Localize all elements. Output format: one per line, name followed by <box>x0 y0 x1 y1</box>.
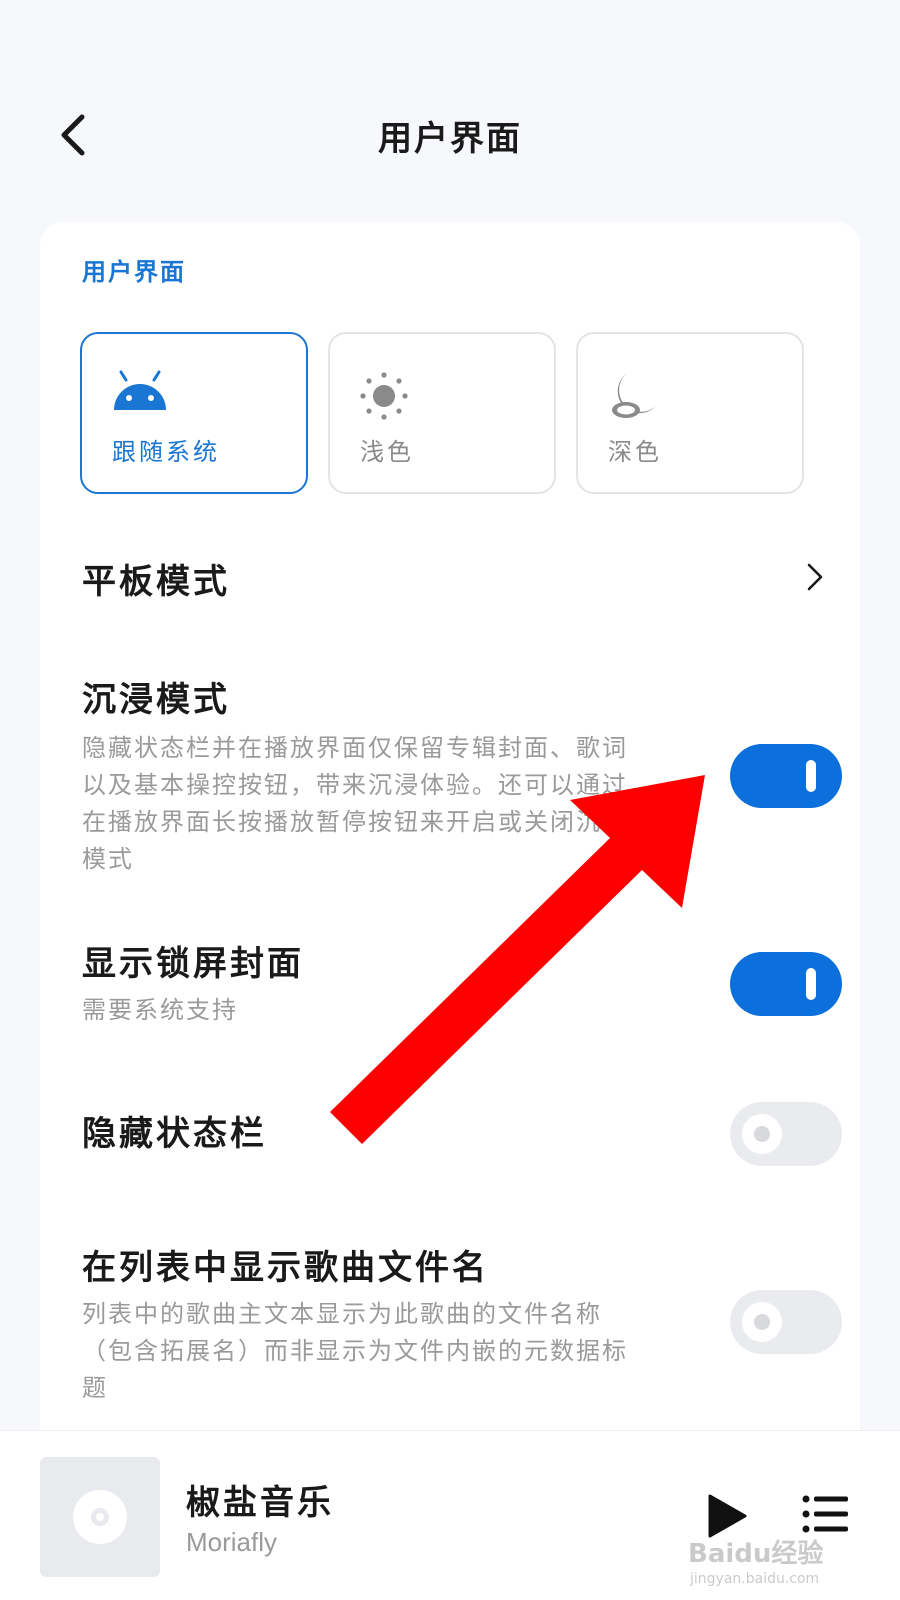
android-icon <box>114 370 166 410</box>
lockscreen-cover-toggle[interactable] <box>730 952 842 1016</box>
chevron-right-icon <box>807 563 823 591</box>
theme-option-dark[interactable]: 深色 <box>576 332 804 494</box>
setting-row-immersive-mode[interactable]: 沉浸模式 隐藏状态栏并在播放界面仅保留专辑封面、歌词以及基本操控按钮，带来沉浸体… <box>40 670 860 880</box>
setting-title: 显示锁屏封面 <box>82 944 304 984</box>
setting-title: 沉浸模式 <box>82 680 230 720</box>
page-title: 用户界面 <box>378 119 522 159</box>
show-filename-toggle[interactable] <box>730 1290 842 1354</box>
immersive-mode-toggle[interactable] <box>730 744 842 808</box>
theme-option-label: 浅色 <box>360 438 414 466</box>
song-artist: Moriafly <box>186 1527 278 1557</box>
moon-icon <box>612 374 656 418</box>
toggle-knob <box>742 1114 782 1154</box>
setting-description: 隐藏状态栏并在播放界面仅保留专辑封面、歌词以及基本操控按钮，带来沉浸体验。还可以… <box>82 734 628 873</box>
setting-title: 平板模式 <box>82 562 230 602</box>
theme-option-follow-system[interactable]: 跟随系统 <box>80 332 308 494</box>
setting-description: 列表中的歌曲主文本显示为此歌曲的文件名称（包含拓展名）而非显示为文件内嵌的元数据… <box>82 1300 628 1402</box>
setting-description: 需要系统支持 <box>82 996 238 1024</box>
setting-title: 在列表中显示歌曲文件名 <box>82 1248 489 1288</box>
toggle-knob <box>806 760 816 792</box>
baidu-watermark-url: jingyan.baidu.com <box>690 1571 820 1587</box>
song-title: 椒盐音乐 <box>186 1483 334 1523</box>
top-app-bar: 用户界面 <box>0 95 900 175</box>
theme-option-label: 跟随系统 <box>112 438 220 466</box>
disc-icon <box>73 1490 127 1544</box>
section-title: 用户界面 <box>82 258 186 286</box>
album-art[interactable] <box>40 1457 160 1577</box>
settings-card: 用户界面 跟随系统 浅色 深色 平板模式 沉浸模式 隐藏状态栏并在播放界面仅保留… <box>40 222 860 1442</box>
setting-row-show-filename[interactable]: 在列表中显示歌曲文件名 列表中的歌曲主文本显示为此歌曲的文件名称（包含拓展名）而… <box>40 1240 860 1420</box>
theme-option-light[interactable]: 浅色 <box>328 332 556 494</box>
theme-option-label: 深色 <box>608 438 662 466</box>
playlist-queue-icon[interactable] <box>802 1495 848 1533</box>
setting-title: 隐藏状态栏 <box>82 1114 267 1154</box>
toggle-knob <box>806 968 816 1000</box>
setting-row-lockscreen-cover[interactable]: 显示锁屏封面 需要系统支持 <box>40 934 860 1034</box>
hide-statusbar-toggle[interactable] <box>730 1102 842 1166</box>
toggle-knob <box>742 1302 782 1342</box>
baidu-watermark: Baidu经验 <box>688 1539 824 1569</box>
sun-icon <box>360 372 408 420</box>
mini-player[interactable]: 椒盐音乐 Moriafly Baidu经验 jingyan.baidu.com <box>0 1430 900 1600</box>
setting-row-hide-statusbar[interactable]: 隐藏状态栏 <box>40 1096 860 1176</box>
setting-row-tablet-mode[interactable]: 平板模式 <box>40 540 860 620</box>
